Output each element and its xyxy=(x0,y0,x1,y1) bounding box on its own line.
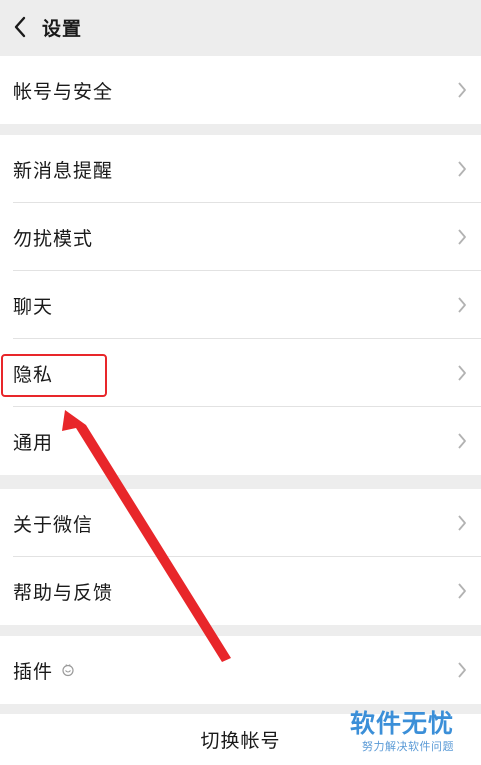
settings-group-plugins: 插件 xyxy=(0,636,481,704)
settings-item-label: 勿扰模式 xyxy=(13,227,94,250)
settings-item-label: 帮助与反馈 xyxy=(13,581,114,604)
settings-item-plugins[interactable]: 插件 xyxy=(0,636,481,704)
switch-account-label: 切换帐号 xyxy=(200,730,281,752)
settings-item-label: 聊天 xyxy=(13,295,54,318)
settings-item-account-security[interactable]: 帐号与安全 xyxy=(0,56,481,124)
settings-item-label: 关于微信 xyxy=(13,513,94,536)
chevron-right-icon xyxy=(458,433,466,449)
back-button[interactable] xyxy=(0,0,40,54)
plugin-badge-icon xyxy=(62,664,74,677)
settings-item-about-wechat[interactable]: 关于微信 xyxy=(0,489,481,557)
chevron-left-icon xyxy=(14,16,26,38)
settings-group-general: 新消息提醒 勿扰模式 聊天 隐私 通用 xyxy=(0,135,481,475)
settings-item-label: 新消息提醒 xyxy=(13,159,114,182)
watermark: 软件无忧 努力解决软件问题 xyxy=(350,704,475,756)
annotation-highlight-box xyxy=(1,354,107,397)
settings-item-chat[interactable]: 聊天 xyxy=(0,271,481,339)
page-title: 设置 xyxy=(42,17,83,40)
settings-group-about: 关于微信 帮助与反馈 xyxy=(0,489,481,625)
chevron-right-icon xyxy=(458,229,466,245)
watermark-slogan: 努力解决软件问题 xyxy=(362,740,454,753)
settings-item-label: 通用 xyxy=(13,431,54,454)
chevron-right-icon xyxy=(458,583,466,599)
settings-item-label: 插件 xyxy=(13,660,54,683)
settings-item-label: 帐号与安全 xyxy=(13,80,114,103)
chevron-right-icon xyxy=(458,365,466,381)
settings-item-do-not-disturb[interactable]: 勿扰模式 xyxy=(0,203,481,271)
settings-item-general[interactable]: 通用 xyxy=(0,407,481,475)
chevron-right-icon xyxy=(458,161,466,177)
chevron-right-icon xyxy=(458,662,466,678)
settings-item-help-feedback[interactable]: 帮助与反馈 xyxy=(0,557,481,625)
chevron-right-icon xyxy=(458,515,466,531)
chevron-right-icon xyxy=(458,297,466,313)
chevron-right-icon xyxy=(458,82,466,98)
top-bar: 设置 xyxy=(0,0,481,54)
watermark-brand: 软件无忧 xyxy=(350,709,455,738)
settings-group-account: 帐号与安全 xyxy=(0,56,481,124)
settings-item-notifications[interactable]: 新消息提醒 xyxy=(0,135,481,203)
